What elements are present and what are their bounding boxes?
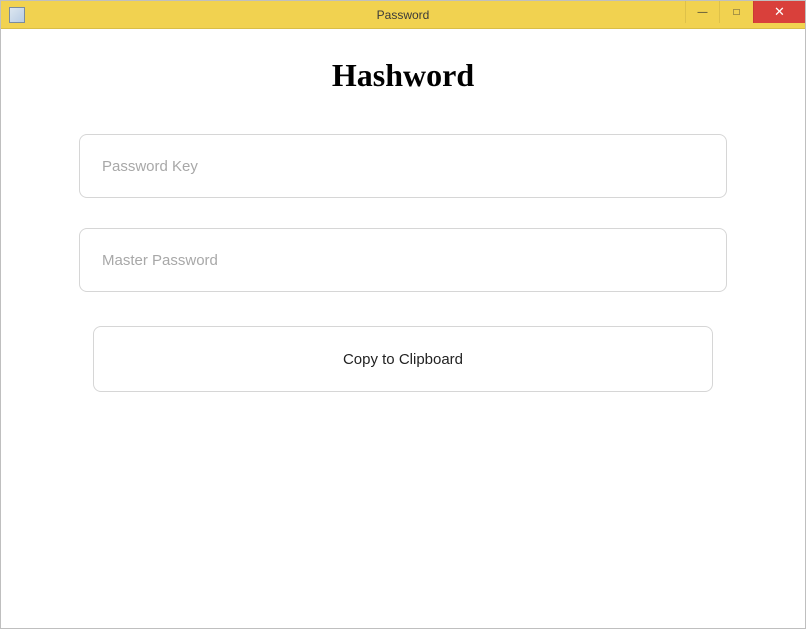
app-title: Hashword: [1, 57, 805, 94]
app-icon: [9, 7, 25, 23]
minimize-button[interactable]: —: [685, 1, 719, 23]
content-area: Hashword Copy to Clipboard: [1, 29, 805, 628]
password-key-input[interactable]: [79, 134, 727, 198]
master-password-input[interactable]: [79, 228, 727, 292]
close-button[interactable]: ✕: [753, 1, 805, 23]
window-title: Password: [377, 8, 430, 22]
window-titlebar: Password — □ ✕: [1, 1, 805, 29]
copy-to-clipboard-button[interactable]: Copy to Clipboard: [93, 326, 713, 392]
window-controls: — □ ✕: [685, 1, 805, 23]
form-container: Copy to Clipboard: [79, 134, 727, 392]
maximize-button[interactable]: □: [719, 1, 753, 23]
